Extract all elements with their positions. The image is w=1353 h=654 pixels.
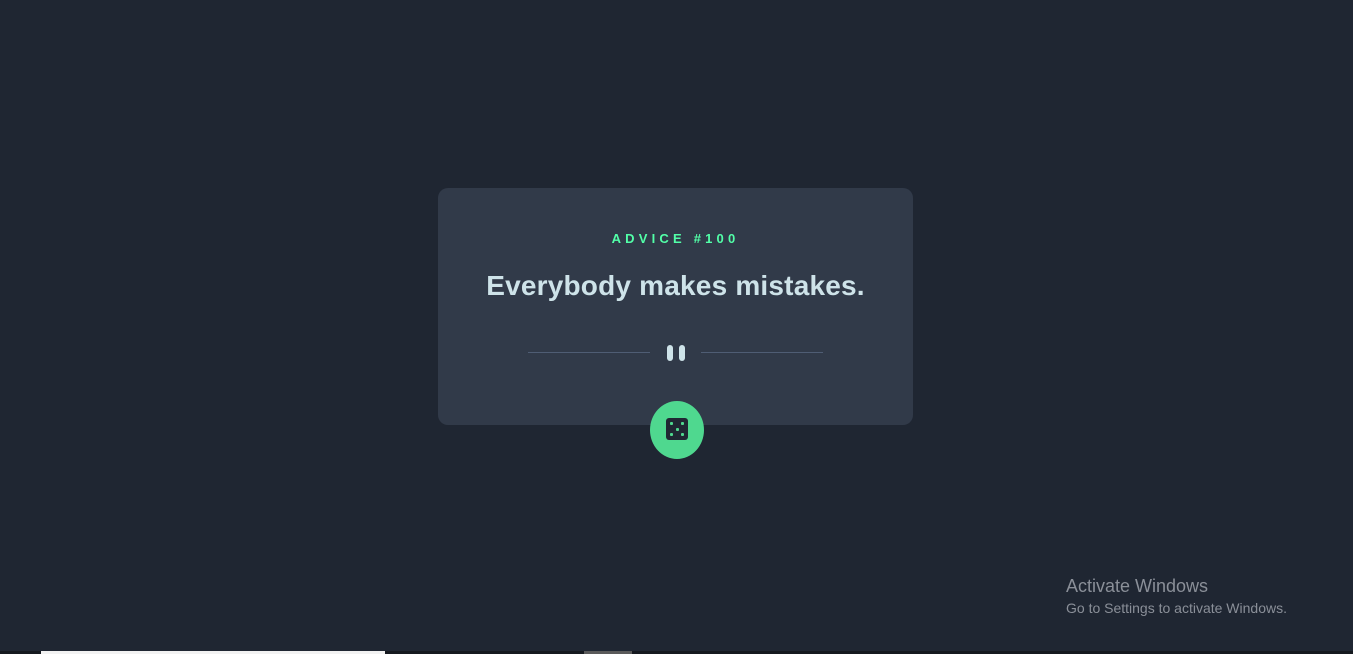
advice-id: ADVICE #100 bbox=[611, 231, 740, 246]
divider-line-right bbox=[701, 352, 823, 353]
divider-line-left bbox=[528, 352, 650, 353]
activate-windows-watermark: Activate Windows Go to Settings to activ… bbox=[1066, 575, 1287, 618]
pause-icon bbox=[665, 345, 687, 361]
dice-icon bbox=[666, 418, 688, 440]
advice-text: Everybody makes mistakes. bbox=[486, 270, 865, 301]
pattern-divider bbox=[528, 343, 823, 363]
watermark-title: Activate Windows bbox=[1066, 576, 1209, 596]
watermark-subtitle: Go to Settings to activate Windows. bbox=[1066, 600, 1287, 616]
new-advice-button[interactable] bbox=[650, 401, 704, 459]
page: ADVICE #100 Everybody makes mistakes. Ac… bbox=[0, 0, 1353, 654]
advice-card: ADVICE #100 Everybody makes mistakes. bbox=[438, 188, 913, 425]
